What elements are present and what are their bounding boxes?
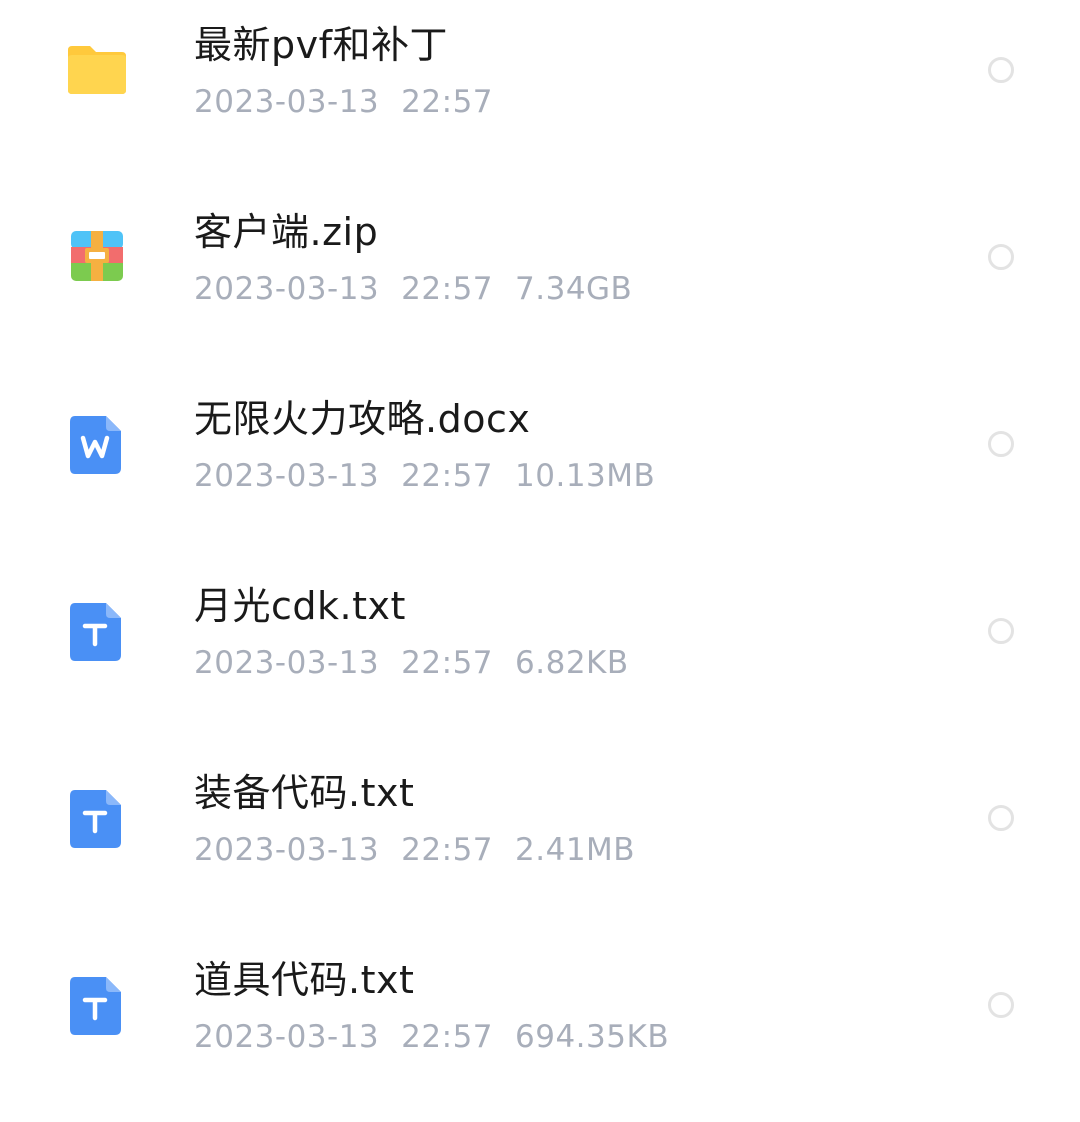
file-name: 月光cdk.txt	[194, 584, 406, 628]
list-item[interactable]: 月光cdk.txt 2023-03-13 22:57 6.82KB	[0, 561, 1080, 748]
file-date: 2023-03-13	[194, 84, 380, 120]
file-date: 2023-03-13	[194, 458, 380, 494]
text-file-icon	[66, 788, 128, 850]
file-time: 22:57	[401, 84, 494, 120]
select-radio[interactable]	[988, 431, 1014, 457]
select-radio[interactable]	[988, 57, 1014, 83]
file-date: 2023-03-13	[194, 832, 380, 868]
select-radio[interactable]	[988, 805, 1014, 831]
file-date: 2023-03-13	[194, 271, 380, 307]
text-file-icon	[66, 975, 128, 1037]
zip-archive-icon	[66, 227, 128, 289]
text-file-icon	[66, 601, 128, 663]
file-time: 22:57	[401, 1019, 494, 1055]
file-date: 2023-03-13	[194, 1019, 380, 1055]
file-size: 7.34GB	[515, 271, 633, 307]
file-name: 道具代码.txt	[194, 958, 415, 1002]
list-item[interactable]: 道具代码.txt 2023-03-13 22:57 694.35KB	[0, 935, 1080, 1122]
file-size: 694.35KB	[515, 1019, 670, 1055]
file-time: 22:57	[401, 832, 494, 868]
file-time: 22:57	[401, 458, 494, 494]
file-size: 6.82KB	[515, 645, 629, 681]
file-meta: 2023-03-13 22:57 2.41MB	[194, 835, 635, 866]
file-time: 22:57	[401, 271, 494, 307]
file-meta: 2023-03-13 22:57 10.13MB	[194, 461, 655, 492]
file-size: 10.13MB	[515, 458, 656, 494]
file-meta: 2023-03-13 22:57 694.35KB	[194, 1022, 669, 1053]
list-item[interactable]: 装备代码.txt 2023-03-13 22:57 2.41MB	[0, 748, 1080, 935]
file-name: 无限火力攻略.docx	[194, 397, 531, 441]
file-time: 22:57	[401, 645, 494, 681]
file-name: 装备代码.txt	[194, 771, 415, 815]
folder-icon	[66, 40, 128, 102]
file-meta: 2023-03-13 22:57	[194, 87, 493, 118]
file-name: 最新pvf和补丁	[194, 23, 448, 67]
file-meta: 2023-03-13 22:57 6.82KB	[194, 648, 629, 679]
list-item[interactable]: 客户端.zip 2023-03-13 22:57 7.34GB	[0, 187, 1080, 374]
select-radio[interactable]	[988, 244, 1014, 270]
file-size: 2.41MB	[515, 832, 636, 868]
list-item[interactable]: 无限火力攻略.docx 2023-03-13 22:57 10.13MB	[0, 374, 1080, 561]
file-list: 最新pvf和补丁 2023-03-13 22:57 客户端.zip 2023-03…	[0, 0, 1080, 1107]
word-document-icon	[66, 414, 128, 476]
file-name: 客户端.zip	[194, 210, 379, 254]
select-radio[interactable]	[988, 618, 1014, 644]
list-item[interactable]: 最新pvf和补丁 2023-03-13 22:57	[0, 0, 1080, 187]
file-meta: 2023-03-13 22:57 7.34GB	[194, 274, 632, 305]
select-radio[interactable]	[988, 992, 1014, 1018]
file-date: 2023-03-13	[194, 645, 380, 681]
